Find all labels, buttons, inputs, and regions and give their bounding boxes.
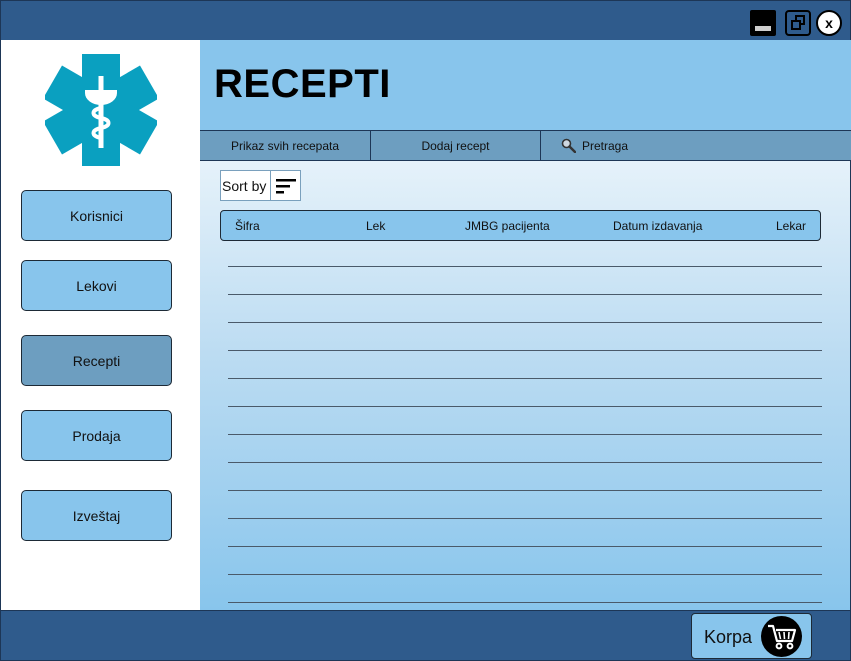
table-row-divider (228, 434, 822, 435)
table-row-divider (228, 350, 822, 351)
cart-label: Korpa (704, 627, 753, 647)
table-row-divider (228, 602, 822, 603)
table-row-divider (228, 574, 822, 575)
sidebar-item-label: Recepti (72, 352, 121, 369)
sidebar: Korisnici Lekovi Recepti Prodaja Izvešta… (0, 40, 201, 611)
table-row-divider (228, 406, 822, 407)
sidebar-item-prodaja[interactable]: Prodaja (21, 410, 172, 461)
tab-dodaj-recept[interactable]: Dodaj recept (371, 131, 541, 160)
table-row-divider (228, 322, 822, 323)
sidebar-item-korisnici[interactable]: Korisnici (21, 190, 172, 241)
tab-label: Pretraga (582, 138, 629, 153)
table-row-divider (228, 462, 822, 463)
sort-lines-icon[interactable] (270, 171, 300, 200)
minimize-button[interactable] (750, 10, 776, 36)
shopping-cart-icon (761, 616, 802, 657)
close-button[interactable]: x (816, 10, 842, 36)
minimize-icon (755, 26, 771, 31)
column-header-datum-izdavanja[interactable]: Datum izdavanja (613, 219, 702, 233)
sort-by-label: Sort by (222, 177, 267, 194)
column-header-jmbg-pacijenta[interactable]: JMBG pacijenta (465, 219, 550, 233)
table-row-divider (228, 378, 822, 379)
sidebar-item-lekovi[interactable]: Lekovi (21, 260, 172, 311)
column-header-sifra[interactable]: Šifra (235, 219, 260, 233)
page-header: RECEPTI (200, 40, 851, 131)
table-row-divider (228, 546, 822, 547)
column-header-lek[interactable]: Lek (366, 219, 385, 233)
tab-label: Prikaz svih recepata (230, 138, 340, 153)
column-header-lekar[interactable]: Lekar (776, 219, 806, 233)
sidebar-item-izvestaj[interactable]: Izveštaj (21, 490, 172, 541)
restore-button[interactable] (785, 10, 811, 36)
cart-button[interactable]: Korpa (691, 613, 812, 659)
title-bar: x (0, 0, 851, 41)
table-row-divider (228, 294, 822, 295)
tab-prikaz-svih-recepata[interactable]: Prikaz svih recepata (200, 131, 371, 160)
main-panel: RECEPTI Prikaz svih recepata Dodaj recep… (200, 40, 851, 611)
tab-pretraga[interactable]: Pretraga (541, 131, 851, 160)
table-row-divider (228, 266, 822, 267)
tab-bar: Prikaz svih recepata Dodaj recept Pretra… (200, 130, 851, 161)
sidebar-item-label: Lekovi (76, 277, 117, 294)
sidebar-item-label: Prodaja (72, 427, 121, 444)
medical-star-of-life-icon (45, 54, 157, 166)
magnifier-icon (561, 138, 576, 153)
tab-label: Dodaj recept (421, 138, 490, 153)
table-row-divider (228, 490, 822, 491)
sort-by-control[interactable]: Sort by (220, 170, 301, 201)
sidebar-item-label: Izveštaj (72, 507, 121, 524)
page-title: RECEPTI (214, 62, 391, 106)
table-row-divider (228, 518, 822, 519)
table-header: Šifra Lek JMBG pacijenta Datum izdavanja… (220, 210, 821, 241)
sidebar-item-recepti[interactable]: Recepti (21, 335, 172, 386)
sidebar-item-label: Korisnici (70, 207, 123, 224)
footer-bar: Korpa (0, 610, 851, 661)
